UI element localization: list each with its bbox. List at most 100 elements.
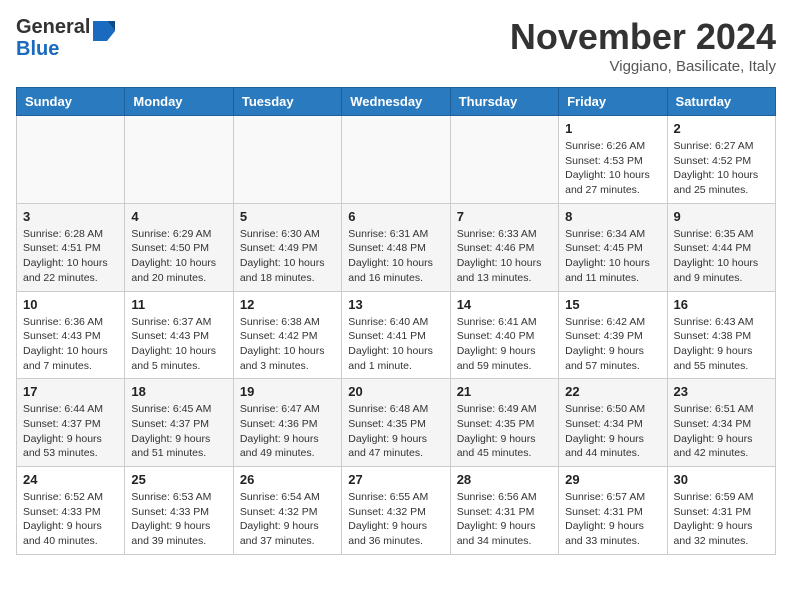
calendar-cell: 19 Sunrise: 6:47 AM Sunset: 4:36 PM Dayli… [233,379,341,467]
day-detail: Sunrise: 6:27 AM Sunset: 4:52 PM Dayligh… [674,139,769,198]
day-number: 17 [23,384,118,399]
calendar-cell: 12 Sunrise: 6:38 AM Sunset: 4:42 PM Dayli… [233,291,341,379]
day-detail: Sunrise: 6:42 AM Sunset: 4:39 PM Dayligh… [565,315,660,374]
day-detail: Sunrise: 6:50 AM Sunset: 4:34 PM Dayligh… [565,402,660,461]
calendar-cell: 6 Sunrise: 6:31 AM Sunset: 4:48 PM Daylig… [342,203,450,291]
day-detail: Sunrise: 6:38 AM Sunset: 4:42 PM Dayligh… [240,315,335,374]
weekday-header: Saturday [667,88,775,116]
day-number: 5 [240,209,335,224]
day-number: 21 [457,384,552,399]
day-detail: Sunrise: 6:47 AM Sunset: 4:36 PM Dayligh… [240,402,335,461]
logo-icon [93,21,115,56]
weekday-header: Wednesday [342,88,450,116]
calendar-cell: 26 Sunrise: 6:54 AM Sunset: 4:32 PM Dayli… [233,467,341,555]
day-detail: Sunrise: 6:51 AM Sunset: 4:34 PM Dayligh… [674,402,769,461]
day-number: 18 [131,384,226,399]
day-number: 2 [674,121,769,136]
day-detail: Sunrise: 6:57 AM Sunset: 4:31 PM Dayligh… [565,490,660,549]
calendar-cell: 4Sunrise: 6:29 AM Sunset: 4:50 PM Daylig… [125,203,233,291]
location: Viggiano, Basilicate, Italy [510,58,776,75]
day-detail: Sunrise: 6:54 AM Sunset: 4:32 PM Dayligh… [240,490,335,549]
day-detail: Sunrise: 6:44 AM Sunset: 4:37 PM Dayligh… [23,402,118,461]
day-detail: Sunrise: 6:31 AM Sunset: 4:48 PM Dayligh… [348,227,443,286]
day-detail: Sunrise: 6:35 AM Sunset: 4:44 PM Dayligh… [674,227,769,286]
calendar-table: SundayMondayTuesdayWednesdayThursdayFrid… [16,87,776,555]
logo-blue: Blue [16,38,59,60]
calendar-cell: 27 Sunrise: 6:55 AM Sunset: 4:32 PM Dayli… [342,467,450,555]
day-number: 29 [565,472,660,487]
calendar-week-row: 1 Sunrise: 6:26 AM Sunset: 4:53 PM Daylig… [17,116,776,204]
calendar-cell: 20 Sunrise: 6:48 AM Sunset: 4:35 PM Dayli… [342,379,450,467]
calendar-cell: 25Sunrise: 6:53 AM Sunset: 4:33 PM Dayli… [125,467,233,555]
day-detail: Sunrise: 6:26 AM Sunset: 4:53 PM Dayligh… [565,139,660,198]
day-detail: Sunrise: 6:33 AM Sunset: 4:46 PM Dayligh… [457,227,552,286]
calendar-week-row: 17 Sunrise: 6:44 AM Sunset: 4:37 PM Dayli… [17,379,776,467]
calendar-cell: 16 Sunrise: 6:43 AM Sunset: 4:38 PM Dayli… [667,291,775,379]
day-detail: Sunrise: 6:29 AM Sunset: 4:50 PM Dayligh… [131,227,226,286]
calendar-cell: 15Sunrise: 6:42 AM Sunset: 4:39 PM Dayli… [559,291,667,379]
day-detail: Sunrise: 6:34 AM Sunset: 4:45 PM Dayligh… [565,227,660,286]
day-number: 14 [457,297,552,312]
calendar-cell: 29 Sunrise: 6:57 AM Sunset: 4:31 PM Dayli… [559,467,667,555]
calendar-week-row: 3Sunrise: 6:28 AM Sunset: 4:51 PM Daylig… [17,203,776,291]
calendar-cell: 28 Sunrise: 6:56 AM Sunset: 4:31 PM Dayli… [450,467,558,555]
day-number: 28 [457,472,552,487]
calendar-cell: 21 Sunrise: 6:49 AM Sunset: 4:35 PM Dayli… [450,379,558,467]
day-detail: Sunrise: 6:49 AM Sunset: 4:35 PM Dayligh… [457,402,552,461]
calendar-cell [342,116,450,204]
day-number: 24 [23,472,118,487]
day-detail: Sunrise: 6:52 AM Sunset: 4:33 PM Dayligh… [23,490,118,549]
day-number: 13 [348,297,443,312]
calendar-cell: 5 Sunrise: 6:30 AM Sunset: 4:49 PM Daylig… [233,203,341,291]
day-number: 9 [674,209,769,224]
day-detail: Sunrise: 6:41 AM Sunset: 4:40 PM Dayligh… [457,315,552,374]
calendar-cell: 17 Sunrise: 6:44 AM Sunset: 4:37 PM Dayli… [17,379,125,467]
day-number: 8 [565,209,660,224]
day-number: 23 [674,384,769,399]
weekday-header: Tuesday [233,88,341,116]
calendar-cell: 2 Sunrise: 6:27 AM Sunset: 4:52 PM Daylig… [667,116,775,204]
title-area: November 2024 Viggiano, Basilicate, Ital… [510,16,776,75]
day-number: 1 [565,121,660,136]
logo-general: General [16,16,90,38]
calendar-cell: 30Sunrise: 6:59 AM Sunset: 4:31 PM Dayli… [667,467,775,555]
logo: General Blue [16,16,115,60]
day-number: 16 [674,297,769,312]
day-number: 22 [565,384,660,399]
calendar-week-row: 10 Sunrise: 6:36 AM Sunset: 4:43 PM Dayli… [17,291,776,379]
day-number: 12 [240,297,335,312]
day-number: 26 [240,472,335,487]
day-detail: Sunrise: 6:40 AM Sunset: 4:41 PM Dayligh… [348,315,443,374]
day-detail: Sunrise: 6:53 AM Sunset: 4:33 PM Dayligh… [131,490,226,549]
calendar-cell: 10 Sunrise: 6:36 AM Sunset: 4:43 PM Dayli… [17,291,125,379]
day-number: 11 [131,297,226,312]
month-title: November 2024 [510,16,776,58]
calendar-cell [125,116,233,204]
calendar-cell: 23 Sunrise: 6:51 AM Sunset: 4:34 PM Dayli… [667,379,775,467]
calendar-cell: 3Sunrise: 6:28 AM Sunset: 4:51 PM Daylig… [17,203,125,291]
calendar-cell: 1 Sunrise: 6:26 AM Sunset: 4:53 PM Daylig… [559,116,667,204]
day-detail: Sunrise: 6:37 AM Sunset: 4:43 PM Dayligh… [131,315,226,374]
day-detail: Sunrise: 6:43 AM Sunset: 4:38 PM Dayligh… [674,315,769,374]
day-number: 10 [23,297,118,312]
calendar-cell: 13 Sunrise: 6:40 AM Sunset: 4:41 PM Dayli… [342,291,450,379]
day-detail: Sunrise: 6:30 AM Sunset: 4:49 PM Dayligh… [240,227,335,286]
weekday-header: Friday [559,88,667,116]
day-detail: Sunrise: 6:55 AM Sunset: 4:32 PM Dayligh… [348,490,443,549]
day-detail: Sunrise: 6:48 AM Sunset: 4:35 PM Dayligh… [348,402,443,461]
calendar-cell: 18 Sunrise: 6:45 AM Sunset: 4:37 PM Dayli… [125,379,233,467]
day-number: 6 [348,209,443,224]
day-number: 19 [240,384,335,399]
calendar-cell: 22 Sunrise: 6:50 AM Sunset: 4:34 PM Dayli… [559,379,667,467]
calendar-cell: 7 Sunrise: 6:33 AM Sunset: 4:46 PM Daylig… [450,203,558,291]
calendar-header-row: SundayMondayTuesdayWednesdayThursdayFrid… [17,88,776,116]
day-detail: Sunrise: 6:45 AM Sunset: 4:37 PM Dayligh… [131,402,226,461]
day-number: 7 [457,209,552,224]
calendar-week-row: 24 Sunrise: 6:52 AM Sunset: 4:33 PM Dayli… [17,467,776,555]
calendar-cell: 11 Sunrise: 6:37 AM Sunset: 4:43 PM Dayli… [125,291,233,379]
day-detail: Sunrise: 6:36 AM Sunset: 4:43 PM Dayligh… [23,315,118,374]
day-number: 27 [348,472,443,487]
day-number: 20 [348,384,443,399]
day-detail: Sunrise: 6:56 AM Sunset: 4:31 PM Dayligh… [457,490,552,549]
weekday-header: Monday [125,88,233,116]
